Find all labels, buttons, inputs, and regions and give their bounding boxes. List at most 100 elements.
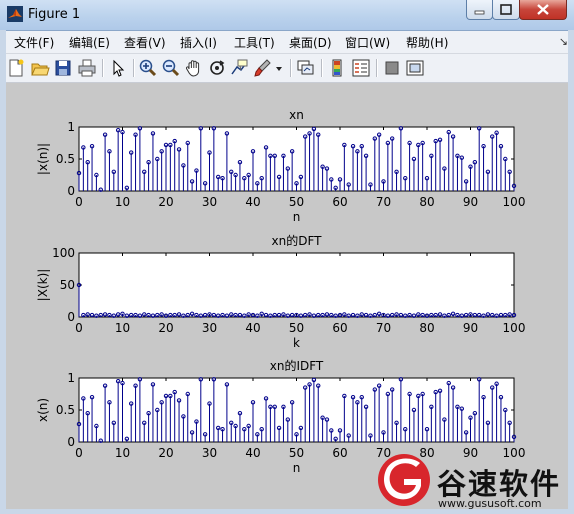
x-tick-label: 30 (202, 195, 217, 209)
y-tick-label: 0 (67, 310, 75, 324)
x-tick-label: 50 (289, 321, 304, 335)
x-tick-label: 0 (75, 446, 83, 460)
rotate-3d-icon[interactable] (207, 58, 227, 78)
axes-title: xn (289, 108, 304, 122)
hide-plot-tools-icon[interactable] (382, 58, 402, 78)
legend-icon[interactable] (351, 58, 371, 78)
x-tick-label: 80 (419, 321, 434, 335)
x-tick-label: 100 (503, 321, 526, 335)
x-tick-label: 30 (202, 321, 217, 335)
x-tick-label: 20 (158, 321, 173, 335)
x-tick-label: 0 (75, 195, 83, 209)
x-tick-label: 60 (332, 321, 347, 335)
open-file-icon[interactable] (30, 58, 50, 78)
watermark-url: www.gususoft.com (438, 497, 542, 510)
maximize-button[interactable] (492, 0, 520, 20)
y-tick-label: 0.5 (56, 152, 75, 166)
dock-arrow-icon[interactable]: ↘ (559, 35, 568, 48)
x-tick-label: 10 (115, 321, 130, 335)
x-tick-label: 40 (245, 195, 260, 209)
x-tick-label: 70 (376, 321, 391, 335)
close-button[interactable] (519, 0, 567, 20)
menu-window[interactable]: 窗口(W) (345, 34, 390, 51)
axes-1: 0 10 20 30 40 50 60 70 80 90 100 0 0.5 1 xn n |x(n)| (36, 108, 525, 224)
x-tick-label: 80 (419, 195, 434, 209)
menu-desktop[interactable]: 桌面(D) (289, 34, 332, 51)
x-tick-label: 40 (245, 321, 260, 335)
x-tick-label: 20 (158, 195, 173, 209)
brush-dropdown-icon[interactable] (274, 58, 284, 78)
x-tick-label: 10 (115, 195, 130, 209)
matlab-icon (7, 6, 23, 22)
x-tick-label: 20 (158, 446, 173, 460)
x-tick-label: 60 (332, 446, 347, 460)
menu-view[interactable]: 查看(V) (124, 34, 166, 51)
menu-edit[interactable]: 编辑(E) (69, 34, 110, 51)
y-tick-label: 1 (67, 120, 75, 134)
window-frame (568, 30, 574, 514)
x-tick-label: 10 (115, 446, 130, 460)
gususoft-logo (378, 454, 430, 506)
menu-help[interactable]: 帮助(H) (406, 34, 448, 51)
x-tick-label: 90 (463, 321, 478, 335)
pan-icon[interactable] (184, 58, 204, 78)
y-tick-label: 0 (67, 435, 75, 449)
figure-canvas: 0 10 20 30 40 50 60 70 80 90 100 0 0.5 1 xn n |x(n)| 0 10 2… (6, 83, 568, 509)
zoom-out-icon[interactable] (161, 58, 181, 78)
axes-title: xn的DFT (272, 233, 323, 248)
y-axis-label: |x(n)| (36, 143, 50, 175)
menu-file[interactable]: 文件(F) (14, 34, 54, 51)
x-tick-label: 90 (463, 446, 478, 460)
y-tick-label: 50 (60, 278, 75, 292)
axes-background (78, 252, 515, 318)
y-tick-label: 0 (67, 184, 75, 198)
show-plot-tools-icon[interactable] (405, 58, 425, 78)
y-axis-label: |X(k)| (36, 269, 50, 302)
toolbar-separator (376, 59, 378, 77)
x-tick-label: 40 (245, 446, 260, 460)
axes-title: xn的IDFT (270, 358, 324, 373)
x-tick-label: 70 (376, 195, 391, 209)
x-tick-label: 0 (75, 321, 83, 335)
toolbar-separator (102, 59, 104, 77)
x-tick-label: 50 (289, 446, 304, 460)
menu-tools[interactable]: 工具(T) (234, 34, 275, 51)
link-plot-icon[interactable] (296, 58, 316, 78)
toolbar-separator (321, 59, 323, 77)
x-tick-label: 100 (503, 446, 526, 460)
menu-insert[interactable]: 插入(I) (180, 34, 217, 51)
title-bar: Figure 1 (0, 0, 574, 31)
new-figure-icon[interactable] (6, 58, 26, 78)
axes-3: 0 10 20 30 40 50 60 70 80 90 10000.51xn的IDFTnx(n) (36, 358, 525, 475)
toolbar-separator (133, 59, 135, 77)
minimize-button[interactable] (466, 0, 493, 20)
close-icon (537, 4, 549, 15)
x-tick-label: 60 (332, 195, 347, 209)
x-tick-label: 30 (202, 446, 217, 460)
x-axis-label: k (293, 336, 300, 350)
x-tick-label: 100 (503, 195, 526, 209)
y-tick-label: 0.5 (56, 403, 75, 417)
toolbar-separator (290, 59, 292, 77)
minimize-icon (474, 10, 485, 15)
x-tick-label: 50 (289, 195, 304, 209)
axes-2: 0 10 20 30 40 50 60 70 80 90 100 0 50 100 xn的DFT k |X(k)… (36, 233, 525, 350)
data-cursor-icon[interactable] (230, 58, 250, 78)
pointer-icon[interactable] (108, 58, 128, 78)
x-axis-label: n (293, 461, 301, 475)
zoom-in-icon[interactable] (138, 58, 158, 78)
menu-bar: 文件(F) 编辑(E) 查看(V) 插入(I) 工具(T) 桌面(D) 窗口(W… (0, 31, 574, 54)
colorbar-icon[interactable] (327, 58, 347, 78)
print-icon[interactable] (77, 58, 97, 78)
save-icon[interactable] (53, 58, 73, 78)
x-tick-label: 90 (463, 195, 478, 209)
figure-plots: 0 10 20 30 40 50 60 70 80 90 10000.51xnn|x(n)|0 10 2… (36, 108, 525, 475)
brush-icon[interactable] (253, 58, 273, 78)
window-title: Figure 1 (28, 7, 81, 22)
maximize-icon (500, 4, 512, 15)
toolbar (0, 54, 574, 83)
y-tick-label: 100 (52, 246, 75, 260)
y-tick-label: 1 (67, 371, 75, 385)
x-axis-label: n (293, 210, 301, 224)
y-axis-label: x(n) (36, 398, 50, 422)
